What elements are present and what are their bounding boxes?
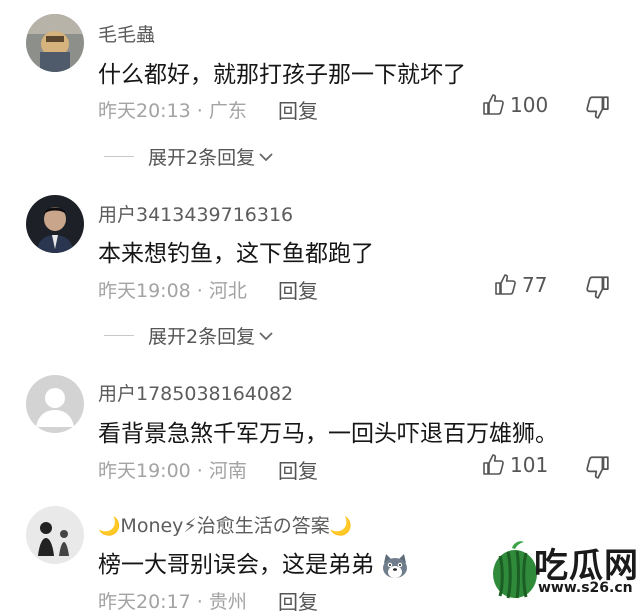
avatar[interactable] — [26, 195, 84, 253]
watermark: 吃瓜网 www.s26.cn — [490, 538, 640, 601]
expand-label: 展开2条回复 — [148, 326, 256, 348]
location: 广东 — [208, 100, 247, 122]
watermelon-logo-icon — [493, 541, 537, 599]
doge-emoji-icon — [383, 553, 408, 578]
comment-text: 什么都好，就那打孩子那一下就坏了 — [98, 62, 466, 88]
avatar[interactable] — [26, 506, 84, 564]
divider — [104, 156, 134, 157]
like-count: 101 — [510, 453, 549, 477]
thumbs-down-icon — [586, 96, 609, 119]
location: 贵州 — [208, 591, 247, 613]
username[interactable]: 🌙Money⚡治愈生活の答案🌙 — [98, 511, 352, 538]
chevron-down-icon — [259, 152, 273, 161]
comment-text: 看背景急煞千军万马，一回头吓退百万雄狮。 — [98, 421, 558, 447]
watermark-url: www.s26.cn — [538, 580, 633, 596]
like-button[interactable]: 101 — [482, 453, 548, 477]
comment-meta: 昨天19:08 · 河北 — [98, 276, 247, 303]
comment-meta: 昨天20:13 · 广东 — [98, 96, 247, 123]
comment-text-body: 榜一大哥别误会，这是弟弟 — [98, 552, 374, 578]
username-text: Money⚡治愈生活の答案 — [120, 515, 330, 537]
thumbs-up-icon — [495, 274, 516, 295]
thumbs-up-icon — [483, 94, 504, 115]
chevron-down-icon — [259, 331, 273, 340]
dislike-button[interactable] — [584, 454, 610, 480]
thumbs-up-icon — [483, 454, 504, 475]
like-button[interactable]: 100 — [482, 93, 548, 117]
expand-label: 展开2条回复 — [148, 147, 256, 169]
divider — [104, 335, 134, 336]
location: 河南 — [208, 460, 247, 482]
comment-text: 榜一大哥别误会，这是弟弟 — [98, 545, 409, 579]
timestamp: 昨天20:17 — [98, 591, 191, 613]
meta-separator: · — [190, 280, 209, 302]
timestamp: 昨天19:08 — [98, 280, 191, 302]
expand-replies-button[interactable]: 展开2条回复 — [104, 143, 275, 170]
like-count: 100 — [510, 93, 549, 117]
timestamp: 昨天20:13 — [98, 100, 191, 122]
comment-meta: 昨天19:00 · 河南 — [98, 456, 247, 483]
timestamp: 昨天19:00 — [98, 460, 191, 482]
reply-button[interactable]: 回复 — [278, 275, 318, 304]
like-button[interactable]: 77 — [494, 273, 547, 297]
moon-icon: 🌙 — [329, 516, 353, 537]
meta-separator: · — [190, 100, 209, 122]
thumbs-down-icon — [586, 276, 609, 299]
avatar[interactable] — [26, 375, 84, 433]
reply-button[interactable]: 回复 — [278, 455, 318, 484]
meta-separator: · — [190, 591, 209, 613]
reply-button[interactable]: 回复 — [278, 95, 318, 124]
avatar[interactable] — [26, 14, 84, 72]
location: 河北 — [208, 280, 247, 302]
default-avatar-icon — [26, 375, 84, 433]
username[interactable]: 毛毛蟲 — [98, 20, 155, 47]
dislike-button[interactable] — [584, 94, 610, 120]
moon-icon: 🌙 — [98, 516, 121, 537]
dislike-button[interactable] — [584, 274, 610, 300]
expand-replies-button[interactable]: 展开2条回复 — [104, 322, 275, 349]
username[interactable]: 用户3413439716316 — [98, 200, 293, 227]
username[interactable]: 用户1785038164082 — [98, 379, 293, 406]
like-count: 77 — [522, 273, 548, 297]
meta-separator: · — [190, 460, 209, 482]
comment-text: 本来想钓鱼，这下鱼都跑了 — [98, 241, 374, 267]
thumbs-down-icon — [586, 456, 609, 479]
